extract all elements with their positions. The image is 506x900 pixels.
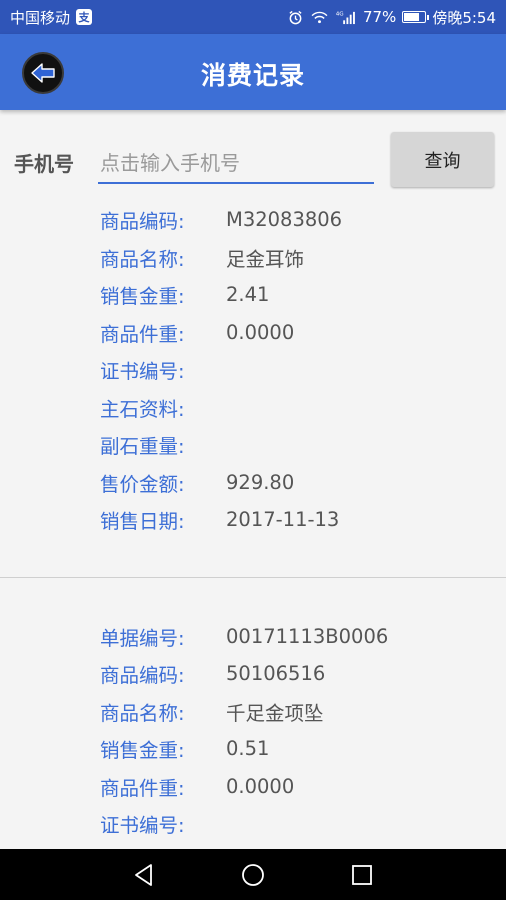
field-label: 销售日期: (100, 510, 185, 534)
status-left: 中国移动 支 (10, 7, 93, 28)
record-field: 主石资料: (0, 389, 506, 427)
phone-input[interactable] (98, 144, 374, 184)
record-field: 单据编号: 00171113B0006 (0, 618, 506, 656)
nav-back-icon[interactable] (131, 862, 157, 888)
field-value: 0.51 (226, 737, 270, 761)
record-field: 证书编号: (0, 805, 506, 843)
field-label: 销售金重: (100, 285, 185, 309)
battery-icon (402, 11, 430, 23)
field-label: 主石资料: (100, 397, 185, 421)
field-label: 商品名称: (100, 701, 185, 725)
record-field: 证书编号: (0, 351, 506, 389)
field-value: 50106516 (226, 662, 326, 686)
battery-percentage: 77% (362, 8, 397, 26)
record-field: 商品编码: 50106516 (0, 655, 506, 693)
record-field: 商品件重: 0.0000 (0, 768, 506, 806)
record-field: 销售金重: 2.41 (0, 276, 506, 314)
signal-icon: 4G (335, 8, 357, 26)
record-field: 销售日期: 2017-11-13 (0, 501, 506, 539)
app-bar: 消费记录 (0, 34, 506, 110)
status-time: 傍晚5:54 (432, 8, 496, 27)
field-label: 商品名称: (100, 247, 185, 271)
field-value: 0.0000 (226, 774, 295, 798)
field-value: 足金耳饰 (226, 247, 305, 271)
nav-home-icon[interactable] (240, 862, 266, 888)
field-value: 929.80 (226, 470, 295, 494)
search-row: 手机号 查询 (0, 110, 506, 196)
field-label: 商品件重: (100, 776, 185, 800)
phone-label: 手机号 (14, 152, 74, 176)
wifi-icon (311, 8, 329, 26)
field-label: 商品编码: (100, 664, 185, 688)
field-label: 副石重量: (100, 435, 185, 459)
field-label: 商品件重: (100, 322, 185, 346)
record-field: 副石重量: (0, 426, 506, 464)
carrier-name: 中国移动 (10, 8, 71, 27)
record-divider (0, 576, 506, 578)
record-field: 售价金额: 929.80 (0, 464, 506, 502)
field-value: 千足金项坠 (226, 701, 324, 725)
alarm-icon (287, 8, 305, 26)
field-label: 证书编号: (100, 814, 185, 838)
field-value: 00171113B0006 (226, 624, 389, 648)
page-title: 消费记录 (200, 61, 305, 90)
record-field: 销售金重: 0.51 (0, 730, 506, 768)
field-label: 售价金额: (100, 472, 185, 496)
alipay-icon: 支 (76, 9, 93, 25)
record-field: 商品编码: M32083806 (0, 201, 506, 239)
field-label: 单据编号: (100, 626, 185, 650)
field-label: 销售金重: (100, 739, 185, 763)
network-type: 4G (336, 11, 344, 17)
field-label: 商品编码: (100, 210, 185, 234)
status-bar: 中国移动 支 4G 77% 傍晚5:54 (0, 0, 506, 34)
nav-recents-icon[interactable] (349, 862, 375, 888)
record-field: 商品件重: 0.0000 (0, 314, 506, 352)
navigation-bar (0, 849, 506, 900)
record-field: 商品名称: 千足金项坠 (0, 693, 506, 731)
record-item[interactable]: 商品编码: M32083806 商品名称: 足金耳饰销售金重: 2.41 商品件重: 0.0… (0, 196, 506, 539)
battery-fill (404, 13, 419, 21)
status-right: 4G 77% 傍晚5:54 (287, 7, 496, 28)
field-label: 证书编号: (100, 360, 185, 384)
field-value: 0.0000 (226, 320, 295, 344)
record-item[interactable]: 单据编号: 00171113B0006 商品编码: 50106516 商品名称: 千足金项… (0, 618, 506, 843)
field-value: 2.41 (226, 283, 270, 307)
field-value: 2017-11-13 (226, 508, 340, 532)
record-field: 商品名称: 足金耳饰 (0, 239, 506, 277)
record-list[interactable]: 商品编码: M32083806 商品名称: 足金耳饰销售金重: 2.41 商品件重: 0.0… (0, 196, 506, 849)
field-value: M32083806 (226, 208, 343, 232)
query-button[interactable]: 查询 (391, 132, 494, 187)
